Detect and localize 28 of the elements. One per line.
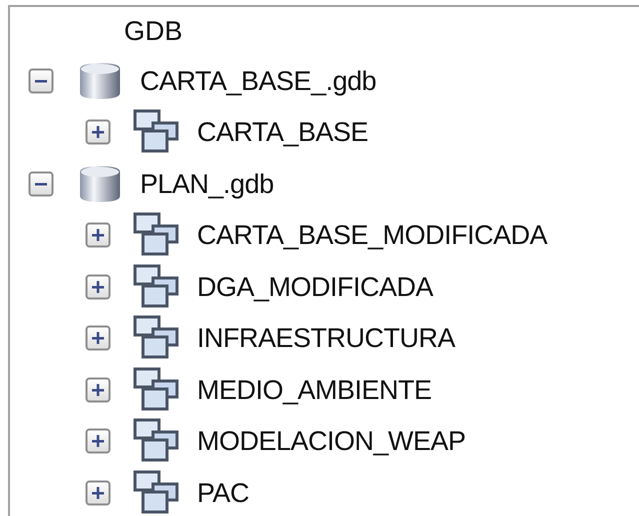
expand-toggle[interactable] [85,325,111,352]
stacked-windows-icon [133,366,181,413]
tree-item-label[interactable]: CARTA_BASE_MODIFICADA [197,215,548,256]
expand-toggle[interactable] [85,480,111,506]
database-icon [78,164,122,204]
tree-item-label[interactable]: MODELACION_WEAP [197,421,466,462]
stacked-windows-icon [133,212,181,258]
database-icon [78,60,122,101]
tree-item-label[interactable]: MEDIO_AMBIENTE [197,370,432,410]
tree-item-label[interactable]: PLAN_.gdb [140,164,274,204]
tree-item-label[interactable]: PAC [197,472,250,513]
expand-toggle[interactable] [85,119,111,146]
expand-toggle[interactable] [85,222,111,248]
expand-toggle[interactable] [85,274,111,300]
stacked-windows-icon [133,470,181,516]
stacked-windows-icon [133,109,181,156]
tree-root-label[interactable]: GDB [124,10,183,52]
expand-toggle[interactable] [85,428,111,454]
expand-toggle[interactable] [85,376,111,403]
tree-item-label[interactable]: CARTA_BASE [197,112,368,152]
stacked-windows-icon [133,264,181,310]
collapse-toggle[interactable] [28,68,54,94]
stacked-windows-icon [133,418,181,464]
tree-item-label[interactable]: CARTA_BASE_.gdb [140,60,376,101]
stacked-windows-icon [133,315,181,362]
tree-item-label[interactable]: DGA_MODIFICADA [197,266,434,307]
tree-item-label[interactable]: INFRAESTRUCTURA [197,318,456,358]
collapse-toggle[interactable] [28,170,54,197]
